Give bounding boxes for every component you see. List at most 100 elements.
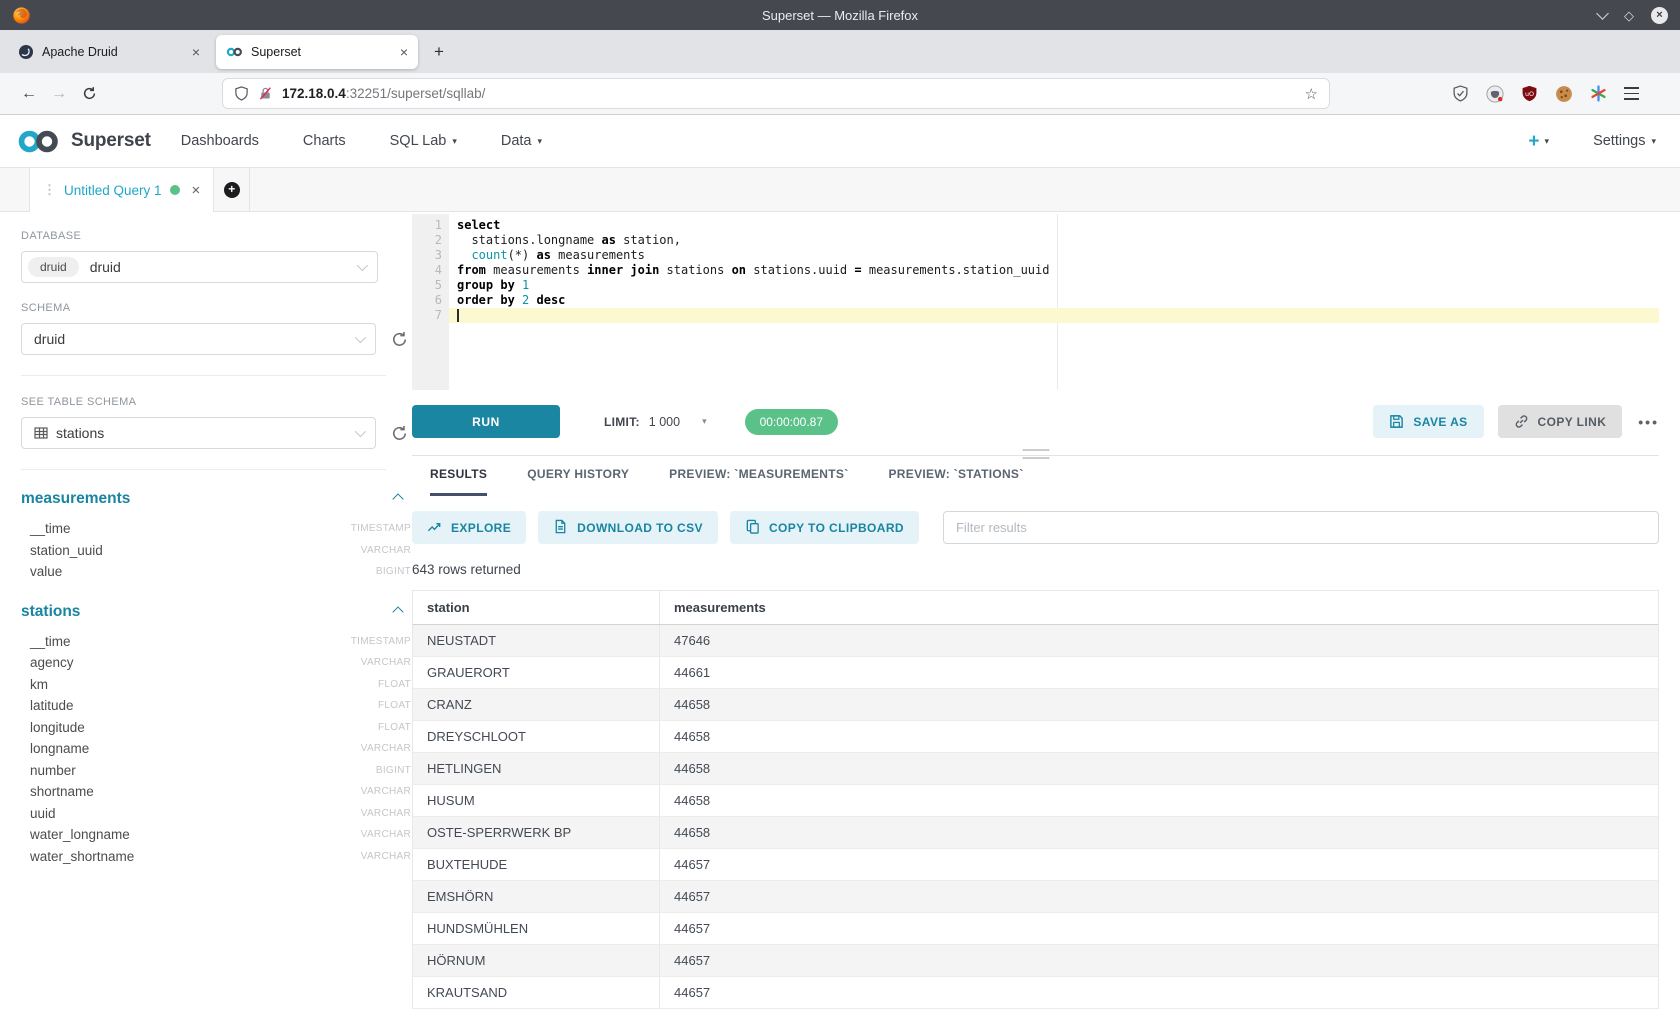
refresh-schema-button[interactable]	[388, 328, 410, 350]
cell-measurements: 44658	[660, 753, 1658, 784]
schema-section-header-measurements[interactable]: measurements	[21, 490, 410, 508]
column-header-measurements[interactable]: measurements	[660, 591, 1658, 624]
result-tab-preview-stations[interactable]: PREVIEW: `STATIONS`	[889, 467, 1024, 496]
superset-brand[interactable]: Superset	[16, 128, 151, 155]
maximize-icon[interactable]: ◇	[1624, 9, 1634, 22]
sql-editor[interactable]: 1234567 select stations.longname as stat…	[412, 214, 1659, 390]
tab-close-icon[interactable]: ×	[400, 44, 408, 60]
copy-link-button[interactable]: COPY LINK	[1498, 405, 1623, 438]
code-line[interactable]: from measurements inner join stations on…	[449, 263, 1659, 278]
code-line[interactable]: select	[449, 218, 1659, 233]
caret-down-icon: ▾	[702, 416, 707, 427]
code-line[interactable]	[449, 308, 1659, 323]
cell-station: GRAUERORT	[413, 657, 660, 688]
nav-item-charts[interactable]: Charts	[303, 133, 346, 149]
query-tab-untitled[interactable]: ⋮ Untitled Query 1 ×	[29, 168, 214, 212]
browser-tabstrip: Apache Druid × Superset × +	[0, 30, 1680, 73]
copy-to-clipboard-button[interactable]: COPY TO CLIPBOARD	[730, 511, 919, 544]
chevron-down-icon	[355, 426, 366, 437]
filter-results-input[interactable]	[943, 511, 1659, 544]
schema-select[interactable]: druid	[21, 323, 376, 355]
superset-logo-icon	[16, 128, 62, 155]
code-line[interactable]: count(*) as measurements	[449, 248, 1659, 263]
main-nav: Dashboards Charts SQL Lab▾ Data▾	[181, 133, 542, 149]
cell-measurements: 44658	[660, 689, 1658, 720]
schema-column-row: kmFLOAT	[21, 674, 417, 696]
menu-hamburger-icon[interactable]	[1624, 87, 1639, 99]
nav-item-data[interactable]: Data▾	[501, 133, 542, 149]
sql-token	[457, 248, 471, 262]
ublock-extension-icon[interactable]: uO	[1521, 85, 1538, 102]
chevron-up-icon[interactable]	[392, 493, 403, 504]
cell-measurements: 47646	[660, 625, 1658, 656]
chevron-up-icon[interactable]	[392, 606, 403, 617]
mask-extension-icon[interactable]	[1486, 85, 1504, 103]
table-select[interactable]: stations	[21, 417, 376, 449]
editor-code[interactable]: select stations.longname as station, cou…	[449, 218, 1659, 323]
query-tab-close-icon[interactable]: ×	[192, 182, 201, 199]
asterisk-extension-icon[interactable]	[1590, 85, 1607, 102]
database-select[interactable]: druid druid	[21, 251, 378, 283]
url-bar[interactable]: 172.18.0.4:32251/superset/sqllab/ ☆	[222, 78, 1330, 109]
settings-menu[interactable]: Settings ▾	[1593, 133, 1656, 149]
limit-dropdown[interactable]: LIMIT: 1 000 ▾	[604, 415, 707, 429]
reload-button[interactable]	[74, 79, 104, 109]
column-header-station[interactable]: station	[413, 591, 660, 624]
url-text[interactable]: 172.18.0.4:32251/superset/sqllab/	[282, 86, 485, 101]
tab-close-icon[interactable]: ×	[192, 44, 200, 60]
code-line[interactable]: order by 2 desc	[449, 293, 1659, 308]
schema-table-name: stations	[21, 603, 80, 621]
table-row: EMSHÖRN44657	[413, 881, 1658, 913]
query-tabstrip: ⋮ Untitled Query 1 × +	[0, 167, 1680, 212]
bookmark-star-icon[interactable]: ☆	[1305, 85, 1318, 103]
svg-text:uO: uO	[1525, 90, 1534, 98]
refresh-table-button[interactable]	[388, 422, 410, 444]
settings-label: Settings	[1593, 133, 1645, 149]
minimize-icon[interactable]	[1596, 7, 1609, 20]
schema-column-row: shortnameVARCHAR	[21, 781, 417, 803]
result-tab-results[interactable]: RESULTS	[430, 467, 487, 496]
column-name: km	[30, 677, 48, 692]
code-line[interactable]: stations.longname as station,	[449, 233, 1659, 248]
table-row: HÖRNUM44657	[413, 945, 1658, 977]
caret-down-icon: ▾	[452, 136, 457, 147]
cell-station: EMSHÖRN	[413, 881, 660, 912]
drag-handle-icon[interactable]: ⋮	[43, 182, 56, 198]
browser-tab-apache-druid[interactable]: Apache Druid ×	[8, 35, 210, 69]
result-tab-preview-measurements[interactable]: PREVIEW: `MEASUREMENTS`	[669, 467, 848, 496]
sql-token	[515, 293, 522, 307]
table-icon	[34, 426, 48, 440]
cell-measurements: 44657	[660, 945, 1658, 976]
clipboard-icon	[745, 519, 760, 537]
back-button[interactable]: ←	[14, 79, 44, 109]
more-options-icon[interactable]: •••	[1638, 414, 1659, 430]
explore-button[interactable]: EXPLORE	[412, 511, 526, 544]
browser-tab-superset[interactable]: Superset ×	[216, 35, 418, 69]
schema-section-header-stations[interactable]: stations	[21, 603, 410, 621]
nav-item-sql-lab[interactable]: SQL Lab▾	[390, 133, 457, 149]
forward-button[interactable]: →	[44, 79, 74, 109]
save-as-button[interactable]: SAVE AS	[1373, 405, 1483, 438]
nav-item-dashboards[interactable]: Dashboards	[181, 133, 259, 149]
pane-splitter[interactable]	[412, 455, 1659, 456]
tracking-shield-icon[interactable]	[234, 86, 249, 101]
shield-check-extension-icon[interactable]	[1452, 85, 1469, 102]
splitter-drag-handle-icon[interactable]	[1022, 449, 1049, 459]
save-as-label: SAVE AS	[1413, 415, 1467, 429]
result-tab-query-history[interactable]: QUERY HISTORY	[527, 467, 629, 496]
new-item-button[interactable]: + ▾	[1528, 132, 1549, 151]
insecure-lock-icon[interactable]	[258, 86, 273, 101]
code-line[interactable]: group by 1	[449, 278, 1659, 293]
cookie-extension-icon[interactable]	[1555, 85, 1573, 103]
sql-token: as	[536, 248, 550, 262]
new-tab-button[interactable]: +	[424, 37, 454, 67]
window-close-icon[interactable]: ×	[1651, 7, 1668, 24]
plus-icon: +	[1528, 132, 1539, 151]
table-row: OSTE-SPERRWERK BP44658	[413, 817, 1658, 849]
sql-token: select	[457, 218, 500, 232]
download-to-csv-button[interactable]: DOWNLOAD TO CSV	[538, 511, 718, 544]
add-query-tab-button[interactable]: +	[214, 168, 250, 211]
run-button[interactable]: RUN	[412, 405, 560, 438]
schema-value: druid	[34, 331, 65, 347]
schema-label: SCHEMA	[21, 302, 410, 314]
